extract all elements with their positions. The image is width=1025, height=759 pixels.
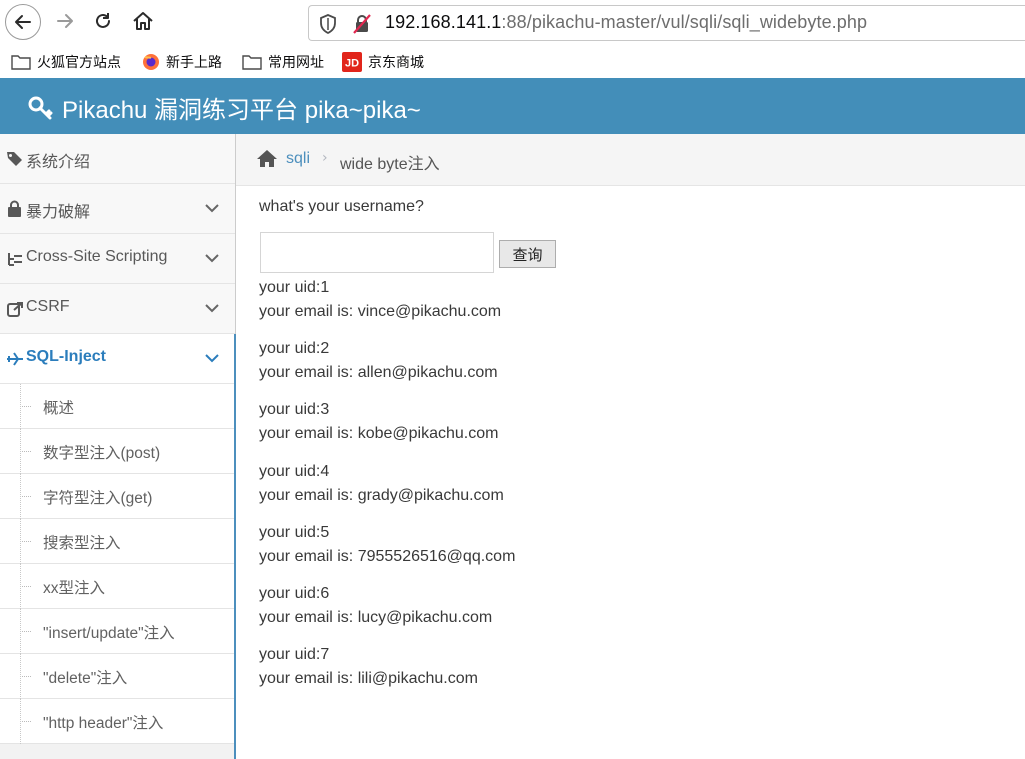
result-record: your uid:5 your email is: 7955526516@qq.… bbox=[259, 521, 515, 569]
bookmark-common-sites[interactable]: 常用网址 bbox=[242, 50, 324, 74]
sidebar-subitem-delete[interactable]: "delete"注入 bbox=[0, 654, 234, 699]
sidebar-subitem-overview[interactable]: 概述 bbox=[0, 384, 234, 429]
result-email: your email is: lili@pikachu.com bbox=[259, 670, 478, 687]
reload-icon bbox=[96, 13, 110, 28]
result-uid: your uid:2 bbox=[259, 340, 330, 357]
chevron-down-icon bbox=[205, 204, 219, 213]
url-path: :88/pikachu-master/vul/sqli/sqli_widebyt… bbox=[501, 12, 868, 32]
result-email: your email is: vince@pikachu.com bbox=[259, 303, 502, 320]
sidebar-item-label: 系统介绍 bbox=[26, 154, 91, 171]
result-email: your email is: lucy@pikachu.com bbox=[259, 609, 493, 626]
sidebar-subitem-label: 概述 bbox=[43, 400, 75, 417]
sidebar-item-label: SQL-Inject bbox=[26, 348, 107, 365]
result-uid: your uid:1 bbox=[259, 279, 330, 296]
result-uid: your uid:4 bbox=[259, 463, 330, 480]
home-icon bbox=[133, 12, 153, 30]
chevron-down-icon bbox=[205, 254, 219, 263]
result-record: your uid:7 your email is: lili@pikachu.c… bbox=[259, 643, 478, 691]
sidebar-item-csrf[interactable]: CSRF bbox=[0, 284, 235, 334]
sidebar-subitem-search[interactable]: 搜索型注入 bbox=[0, 519, 234, 564]
breadcrumb-current: wide byte注入 bbox=[340, 156, 440, 173]
home-button[interactable] bbox=[126, 4, 160, 38]
result-uid: your uid:6 bbox=[259, 585, 330, 602]
sidebar-subitem-xx[interactable]: xx型注入 bbox=[0, 564, 234, 609]
result-record: your uid:2 your email is: allen@pikachu.… bbox=[259, 337, 498, 385]
firefox-icon bbox=[143, 54, 159, 70]
result-uid: your uid:7 bbox=[259, 646, 330, 663]
url-host: 192.168.141.1 bbox=[385, 12, 502, 32]
username-input[interactable] bbox=[260, 232, 494, 273]
url-bar[interactable]: 192.168.141.1:88/pikachu-master/vul/sqli… bbox=[308, 5, 1025, 41]
bookmark-getting-started[interactable]: 新手上路 bbox=[142, 50, 222, 74]
breadcrumb: sqli › wide byte注入 bbox=[236, 134, 1025, 186]
result-email: your email is: grady@pikachu.com bbox=[259, 487, 504, 504]
sidebar-subitem-label: "http header"注入 bbox=[43, 715, 164, 732]
sidebar-item-sql-inject[interactable]: SQL-Inject bbox=[0, 334, 235, 384]
result-record: your uid:6 your email is: lucy@pikachu.c… bbox=[259, 582, 492, 630]
username-prompt: what's your username? bbox=[259, 198, 424, 215]
bookmark-jd[interactable]: JD 京东商城 bbox=[342, 50, 424, 74]
sidebar-item-label: 暴力破解 bbox=[26, 204, 91, 221]
sidebar-subitem-label: 搜索型注入 bbox=[43, 535, 121, 552]
sidebar-item-intro[interactable]: 系统介绍 bbox=[0, 134, 235, 184]
app-title: Pikachu 漏洞练习平台 pika~pika~ bbox=[62, 97, 421, 124]
breadcrumb-separator-icon: › bbox=[322, 150, 328, 166]
folder-icon bbox=[242, 55, 262, 70]
sidebar-subitem-insert-update[interactable]: "insert/update"注入 bbox=[0, 609, 234, 654]
app-header: Pikachu 漏洞练习平台 pika~pika~ bbox=[0, 78, 1025, 134]
brand[interactable]: Pikachu 漏洞练习平台 pika~pika~ bbox=[28, 90, 421, 125]
sidebar-subitem-label: "delete"注入 bbox=[43, 670, 128, 687]
home-icon[interactable] bbox=[256, 149, 278, 168]
sidebar-subitem-http-header[interactable]: "http header"注入 bbox=[0, 699, 234, 744]
chevron-down-icon bbox=[205, 304, 219, 313]
url-text[interactable]: 192.168.141.1:88/pikachu-master/vul/sqli… bbox=[385, 12, 867, 33]
chevron-down-icon bbox=[205, 354, 219, 363]
bookmarks-bar: 火狐官方站点 新手上路 常用网址 JD 京东商城 bbox=[0, 46, 1025, 78]
sidebar-subitem-string-get[interactable]: 字符型注入(get) bbox=[0, 474, 234, 519]
forward-button[interactable] bbox=[48, 4, 82, 38]
bookmark-label: 京东商城 bbox=[368, 55, 424, 71]
reload-button[interactable] bbox=[86, 4, 120, 38]
bookmark-label: 新手上路 bbox=[166, 55, 222, 71]
sidebar-item-label: Cross-Site Scripting bbox=[26, 248, 168, 265]
insecure-lock-icon[interactable] bbox=[353, 14, 371, 34]
tags-icon bbox=[7, 152, 22, 166]
result-uid: your uid:3 bbox=[259, 401, 330, 418]
bookmark-label: 常用网址 bbox=[268, 55, 324, 71]
jd-icon: JD bbox=[342, 52, 362, 72]
svg-text:JD: JD bbox=[345, 58, 359, 70]
result-email: your email is: allen@pikachu.com bbox=[259, 364, 498, 381]
result-record: your uid:3 your email is: kobe@pikachu.c… bbox=[259, 398, 498, 446]
sidebar-subitem-label: xx型注入 bbox=[43, 580, 106, 597]
result-email: your email is: 7955526516@qq.com bbox=[259, 548, 516, 565]
sitemap-icon bbox=[8, 253, 22, 266]
result-record: your uid:4 your email is: grady@pikachu.… bbox=[259, 460, 504, 508]
browser-toolbar: 192.168.141.1:88/pikachu-master/vul/sqli… bbox=[0, 0, 1025, 46]
arrow-left-icon bbox=[15, 15, 31, 29]
sidebar-subitem-label: 数字型注入(post) bbox=[43, 445, 161, 462]
sidebar-subitem-label: "insert/update"注入 bbox=[43, 625, 175, 642]
query-button[interactable]: 查询 bbox=[499, 240, 556, 268]
bookmark-label: 火狐官方站点 bbox=[37, 55, 121, 71]
plane-icon bbox=[7, 352, 23, 366]
shield-icon[interactable] bbox=[319, 14, 337, 34]
sidebar-item-brute-force[interactable]: 暴力破解 bbox=[0, 184, 235, 234]
sidebar-subitem-numeric-post[interactable]: 数字型注入(post) bbox=[0, 429, 234, 474]
sidebar-item-xss[interactable]: Cross-Site Scripting bbox=[0, 234, 235, 284]
result-email: your email is: kobe@pikachu.com bbox=[259, 425, 499, 442]
result-record: your uid:1 your email is: vince@pikachu.… bbox=[259, 276, 501, 324]
lock-icon bbox=[8, 200, 21, 217]
bookmark-firefox-sites[interactable]: 火狐官方站点 bbox=[11, 50, 121, 74]
folder-icon bbox=[11, 55, 31, 70]
breadcrumb-link-sqli[interactable]: sqli bbox=[286, 150, 310, 168]
arrow-right-icon bbox=[57, 14, 73, 28]
share-icon bbox=[7, 302, 23, 317]
sidebar-subitem-label: 字符型注入(get) bbox=[43, 490, 153, 507]
sidebar: 系统介绍 暴力破解 Cross-Site Scripting CSRF SQL-… bbox=[0, 134, 236, 759]
key-icon bbox=[28, 96, 53, 119]
result-uid: your uid:5 bbox=[259, 524, 330, 541]
back-button[interactable] bbox=[5, 4, 41, 40]
sidebar-item-label: CSRF bbox=[26, 298, 70, 315]
